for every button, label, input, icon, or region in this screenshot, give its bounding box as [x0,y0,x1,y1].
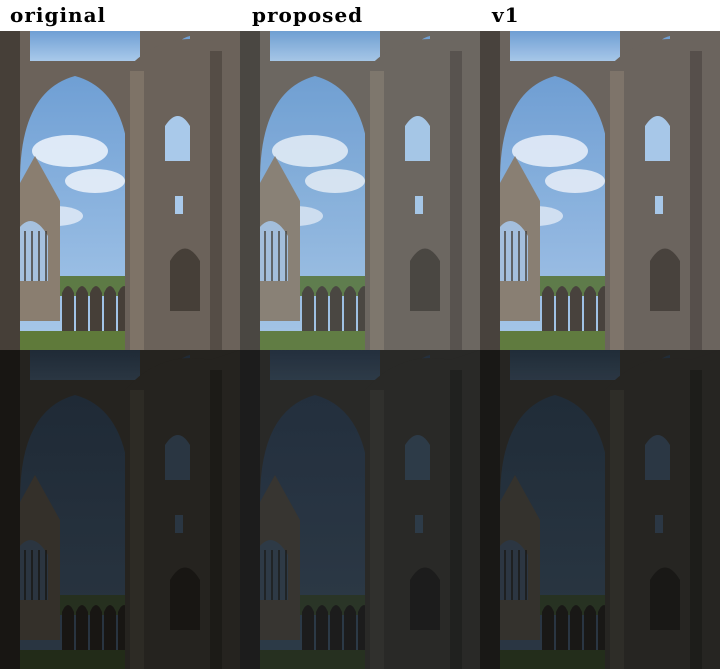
tile-v1-dark [480,350,720,669]
tile-proposed-dark [240,350,480,669]
tile-v1-bright [480,31,720,350]
image-grid [0,31,720,670]
label-v1: v1 [492,3,520,27]
ruin-scene [480,31,720,350]
ruin-scene [240,350,480,669]
ruin-scene [240,31,480,350]
ruin-scene [0,350,240,669]
header-bar: original proposed v1 [0,0,720,31]
tile-original-bright [0,31,240,350]
ruin-scene [0,31,240,350]
tile-proposed-bright [240,31,480,350]
label-original: original [10,3,107,27]
ruin-scene [480,350,720,669]
tile-original-dark [0,350,240,669]
label-proposed: proposed [252,3,364,27]
